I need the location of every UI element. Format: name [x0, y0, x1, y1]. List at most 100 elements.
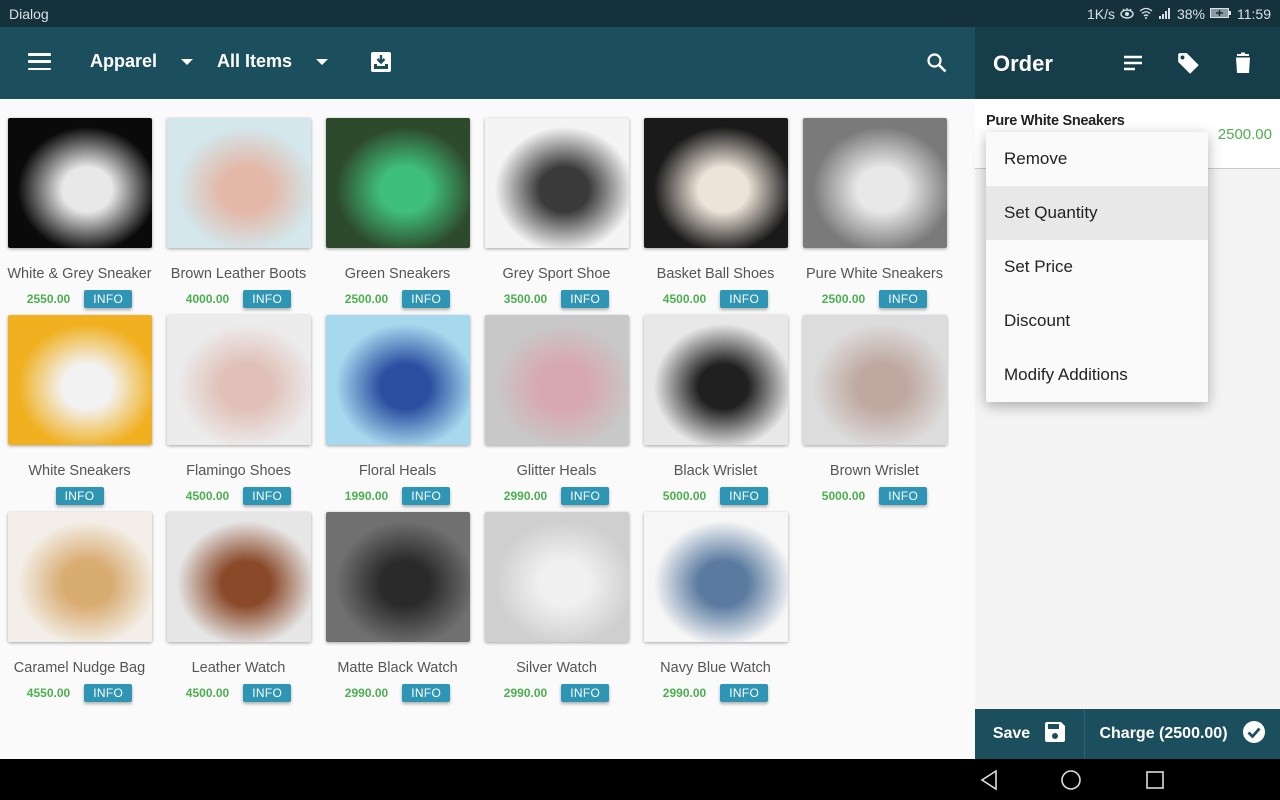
back-triangle-icon[interactable] — [978, 769, 1000, 791]
net-speed: 1K/s — [1086, 5, 1115, 22]
tag-icon[interactable] — [1176, 51, 1200, 75]
battery-charging-icon — [1210, 6, 1232, 22]
product-image[interactable] — [485, 118, 629, 248]
menu-item-discount[interactable]: Discount — [986, 294, 1208, 348]
product-image[interactable] — [8, 118, 152, 248]
category-dropdown[interactable]: Apparel — [90, 51, 194, 72]
status-app-label: Dialog — [9, 5, 49, 22]
charge-button-label: Charge (2500.00) — [1099, 725, 1228, 742]
product-price: 2990.00 — [503, 686, 548, 700]
product-price-row: 5000.00 INFO — [795, 487, 954, 505]
product-tile[interactable]: Pure White Sneakers 2500.00 INFO — [795, 108, 954, 308]
product-price: 2500.00 — [821, 292, 866, 306]
menu-item-modify-additions[interactable]: Modify Additions — [986, 348, 1208, 402]
product-info-button[interactable]: INFO — [561, 684, 610, 702]
product-price: 4550.00 — [26, 686, 71, 700]
menu-item-set-price[interactable]: Set Price — [986, 240, 1208, 294]
product-name: Glitter Heals — [516, 463, 597, 479]
product-name: Leather Watch — [191, 660, 286, 676]
product-image[interactable] — [644, 512, 788, 642]
product-image[interactable] — [326, 118, 470, 248]
home-circle-icon[interactable] — [1060, 769, 1082, 791]
download-tray-icon[interactable] — [370, 51, 392, 73]
product-tile[interactable]: Glitter Heals 2990.00 INFO — [477, 305, 636, 505]
product-image[interactable] — [803, 315, 947, 445]
product-info-button[interactable]: INFO — [402, 684, 451, 702]
product-image[interactable] — [485, 512, 629, 642]
filter-dropdown-label: All Items — [217, 51, 293, 71]
order-item-price: 2500.00 — [1217, 126, 1272, 143]
product-price: 4500.00 — [662, 292, 707, 306]
product-tile[interactable]: Grey Sport Shoe 3500.00 INFO — [477, 108, 636, 308]
order-actions: Save Charge (2500.00) — [975, 709, 1280, 759]
menu-item-set-quantity[interactable]: Set Quantity — [986, 186, 1208, 240]
charge-button[interactable]: Charge (2500.00) — [1085, 709, 1280, 759]
product-tile[interactable]: Floral Heals 1990.00 INFO — [318, 305, 477, 505]
product-image[interactable] — [485, 315, 629, 445]
product-name: Flamingo Shoes — [186, 463, 291, 479]
product-price: 1990.00 — [344, 489, 389, 503]
catalog-toolbar: Apparel All Items — [0, 27, 975, 99]
product-tile[interactable]: Brown Wrislet 5000.00 INFO — [795, 305, 954, 505]
product-price: 4500.00 — [185, 489, 230, 503]
recents-square-icon[interactable] — [1144, 769, 1166, 791]
product-tile[interactable]: White Sneakers INFO — [0, 305, 159, 505]
product-price: 5000.00 — [662, 489, 707, 503]
product-price-row: 4500.00 INFO — [159, 684, 318, 702]
status-bar: Dialog 1K/s 38% 11:59 — [0, 0, 1280, 27]
product-image[interactable] — [803, 118, 947, 248]
eye-icon — [1120, 6, 1134, 22]
product-tile[interactable]: Green Sneakers 2500.00 INFO — [318, 108, 477, 308]
product-image[interactable] — [167, 118, 311, 248]
product-price-row: 2990.00 INFO — [318, 684, 477, 702]
product-name: Green Sneakers — [344, 266, 451, 282]
product-tile[interactable]: Navy Blue Watch 2990.00 INFO — [636, 502, 795, 702]
product-tile[interactable]: Basket Ball Shoes 4500.00 INFO — [636, 108, 795, 308]
product-price: 2990.00 — [503, 489, 548, 503]
product-image[interactable] — [326, 315, 470, 445]
order-toolbar: Order — [975, 27, 1280, 99]
save-button-label: Save — [992, 725, 1031, 742]
search-icon[interactable] — [926, 52, 948, 74]
product-image[interactable] — [8, 315, 152, 445]
product-image[interactable] — [326, 512, 470, 642]
check-circle-icon — [1242, 720, 1266, 749]
product-name: Pure White Sneakers — [805, 266, 943, 282]
hamburger-menu-icon[interactable] — [28, 53, 51, 71]
product-name: Floral Heals — [358, 463, 437, 479]
product-tile[interactable]: Silver Watch 2990.00 INFO — [477, 502, 636, 702]
product-image[interactable] — [644, 315, 788, 445]
product-image[interactable] — [167, 512, 311, 642]
product-grid: White & Grey Sneaker 2550.00 INFO Brown Lea… — [0, 99, 975, 759]
product-tile[interactable]: Flamingo Shoes 4500.00 INFO — [159, 305, 318, 505]
product-tile[interactable]: Leather Watch 4500.00 INFO — [159, 502, 318, 702]
product-price: 2550.00 — [26, 292, 71, 306]
product-info-button[interactable]: INFO — [879, 487, 928, 505]
save-button[interactable]: Save — [975, 709, 1085, 759]
product-info-button[interactable]: INFO — [84, 684, 133, 702]
product-tile[interactable]: Black Wrislet 5000.00 INFO — [636, 305, 795, 505]
product-image[interactable] — [8, 512, 152, 642]
battery-percent: 38% — [1176, 5, 1205, 22]
product-name: Brown Wrislet — [829, 463, 920, 479]
order-item-context-menu: Remove Set Quantity Set Price Discount M… — [986, 132, 1208, 402]
menu-item-remove[interactable]: Remove — [986, 132, 1208, 186]
order-title: Order — [993, 51, 1053, 76]
product-name: Silver Watch — [516, 660, 597, 676]
product-name: White & Grey Sneaker — [7, 266, 152, 282]
product-name: Brown Leather Boots — [170, 266, 307, 282]
category-dropdown-label: Apparel — [90, 51, 158, 71]
clock: 11:59 — [1237, 5, 1271, 22]
product-image[interactable] — [644, 118, 788, 248]
product-tile[interactable]: Caramel Nudge Bag 4550.00 INFO — [0, 502, 159, 702]
product-tile[interactable]: Matte Black Watch 2990.00 INFO — [318, 502, 477, 702]
filter-dropdown[interactable]: All Items — [217, 51, 329, 72]
product-tile[interactable]: Brown Leather Boots 4000.00 INFO — [159, 108, 318, 308]
product-image[interactable] — [167, 315, 311, 445]
trash-icon[interactable] — [1231, 51, 1255, 75]
product-info-button[interactable]: INFO — [243, 684, 292, 702]
product-tile[interactable]: White & Grey Sneaker 2550.00 INFO — [0, 108, 159, 308]
product-info-button[interactable]: INFO — [720, 684, 769, 702]
notes-lines-icon[interactable] — [1121, 51, 1145, 75]
product-name: Grey Sport Shoe — [502, 266, 611, 282]
